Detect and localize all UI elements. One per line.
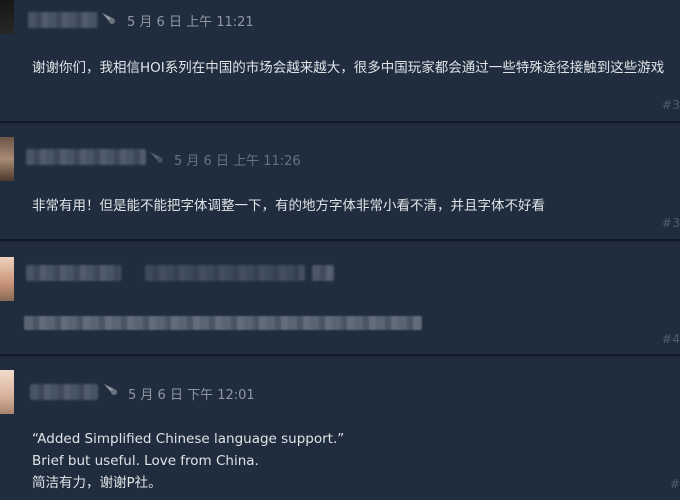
author-name-redacted[interactable]	[28, 12, 98, 28]
avatar[interactable]	[0, 370, 14, 414]
comment-text-line: “Added Simplified Chinese language suppo…	[32, 431, 345, 447]
comment-timestamp: 5 月 6 日 上午 11:21	[127, 15, 254, 30]
avatar[interactable]	[0, 0, 14, 34]
award-icon[interactable]	[102, 382, 118, 396]
comment: 5 月 6 日 下午 12:01 “Added Simplified Chine…	[0, 358, 680, 500]
comment-text-line: 简洁有力，谢谢P社。	[32, 475, 162, 491]
comment: 5 月 6 日 上午 11:26 非常有用！但是能不能把字体调整一下，有的地方字…	[0, 125, 680, 241]
comment: 5 月 6 日 上午 11:21 谢谢你们，我相信HOI系列在中国的市场会越来越…	[0, 0, 680, 123]
comment-text: 非常有用！但是能不能把字体调整一下，有的地方字体非常小看不清，并且字体不好看	[32, 198, 545, 214]
comment-text-redacted	[24, 316, 422, 330]
comment-text-line: Brief but useful. Love from China.	[32, 453, 259, 469]
award-icon[interactable]	[100, 11, 116, 25]
author-name-redacted[interactable]	[30, 384, 98, 400]
award-icon[interactable]	[148, 150, 164, 164]
award-icon[interactable]	[312, 265, 334, 281]
comment-number[interactable]: #35	[662, 97, 680, 112]
comment-number[interactable]: #39	[662, 215, 680, 230]
comment: #40	[0, 243, 680, 356]
avatar[interactable]	[0, 257, 14, 301]
comment-number[interactable]: #4	[670, 476, 680, 491]
author-name-redacted[interactable]	[26, 149, 146, 165]
timestamp-redacted	[145, 265, 305, 281]
comment-timestamp: 5 月 6 日 下午 12:01	[128, 388, 255, 403]
comment-text: “Added Simplified Chinese language suppo…	[32, 428, 674, 494]
comment-number[interactable]: #40	[662, 331, 680, 346]
comment-text: 谢谢你们，我相信HOI系列在中国的市场会越来越大，很多中国玩家都会通过一些特殊途…	[32, 60, 665, 76]
author-name-redacted[interactable]	[26, 265, 121, 281]
avatar[interactable]	[0, 137, 14, 181]
comment-timestamp: 5 月 6 日 上午 11:26	[174, 154, 301, 169]
comment-thread: 5 月 6 日 上午 11:21 谢谢你们，我相信HOI系列在中国的市场会越来越…	[0, 0, 680, 500]
